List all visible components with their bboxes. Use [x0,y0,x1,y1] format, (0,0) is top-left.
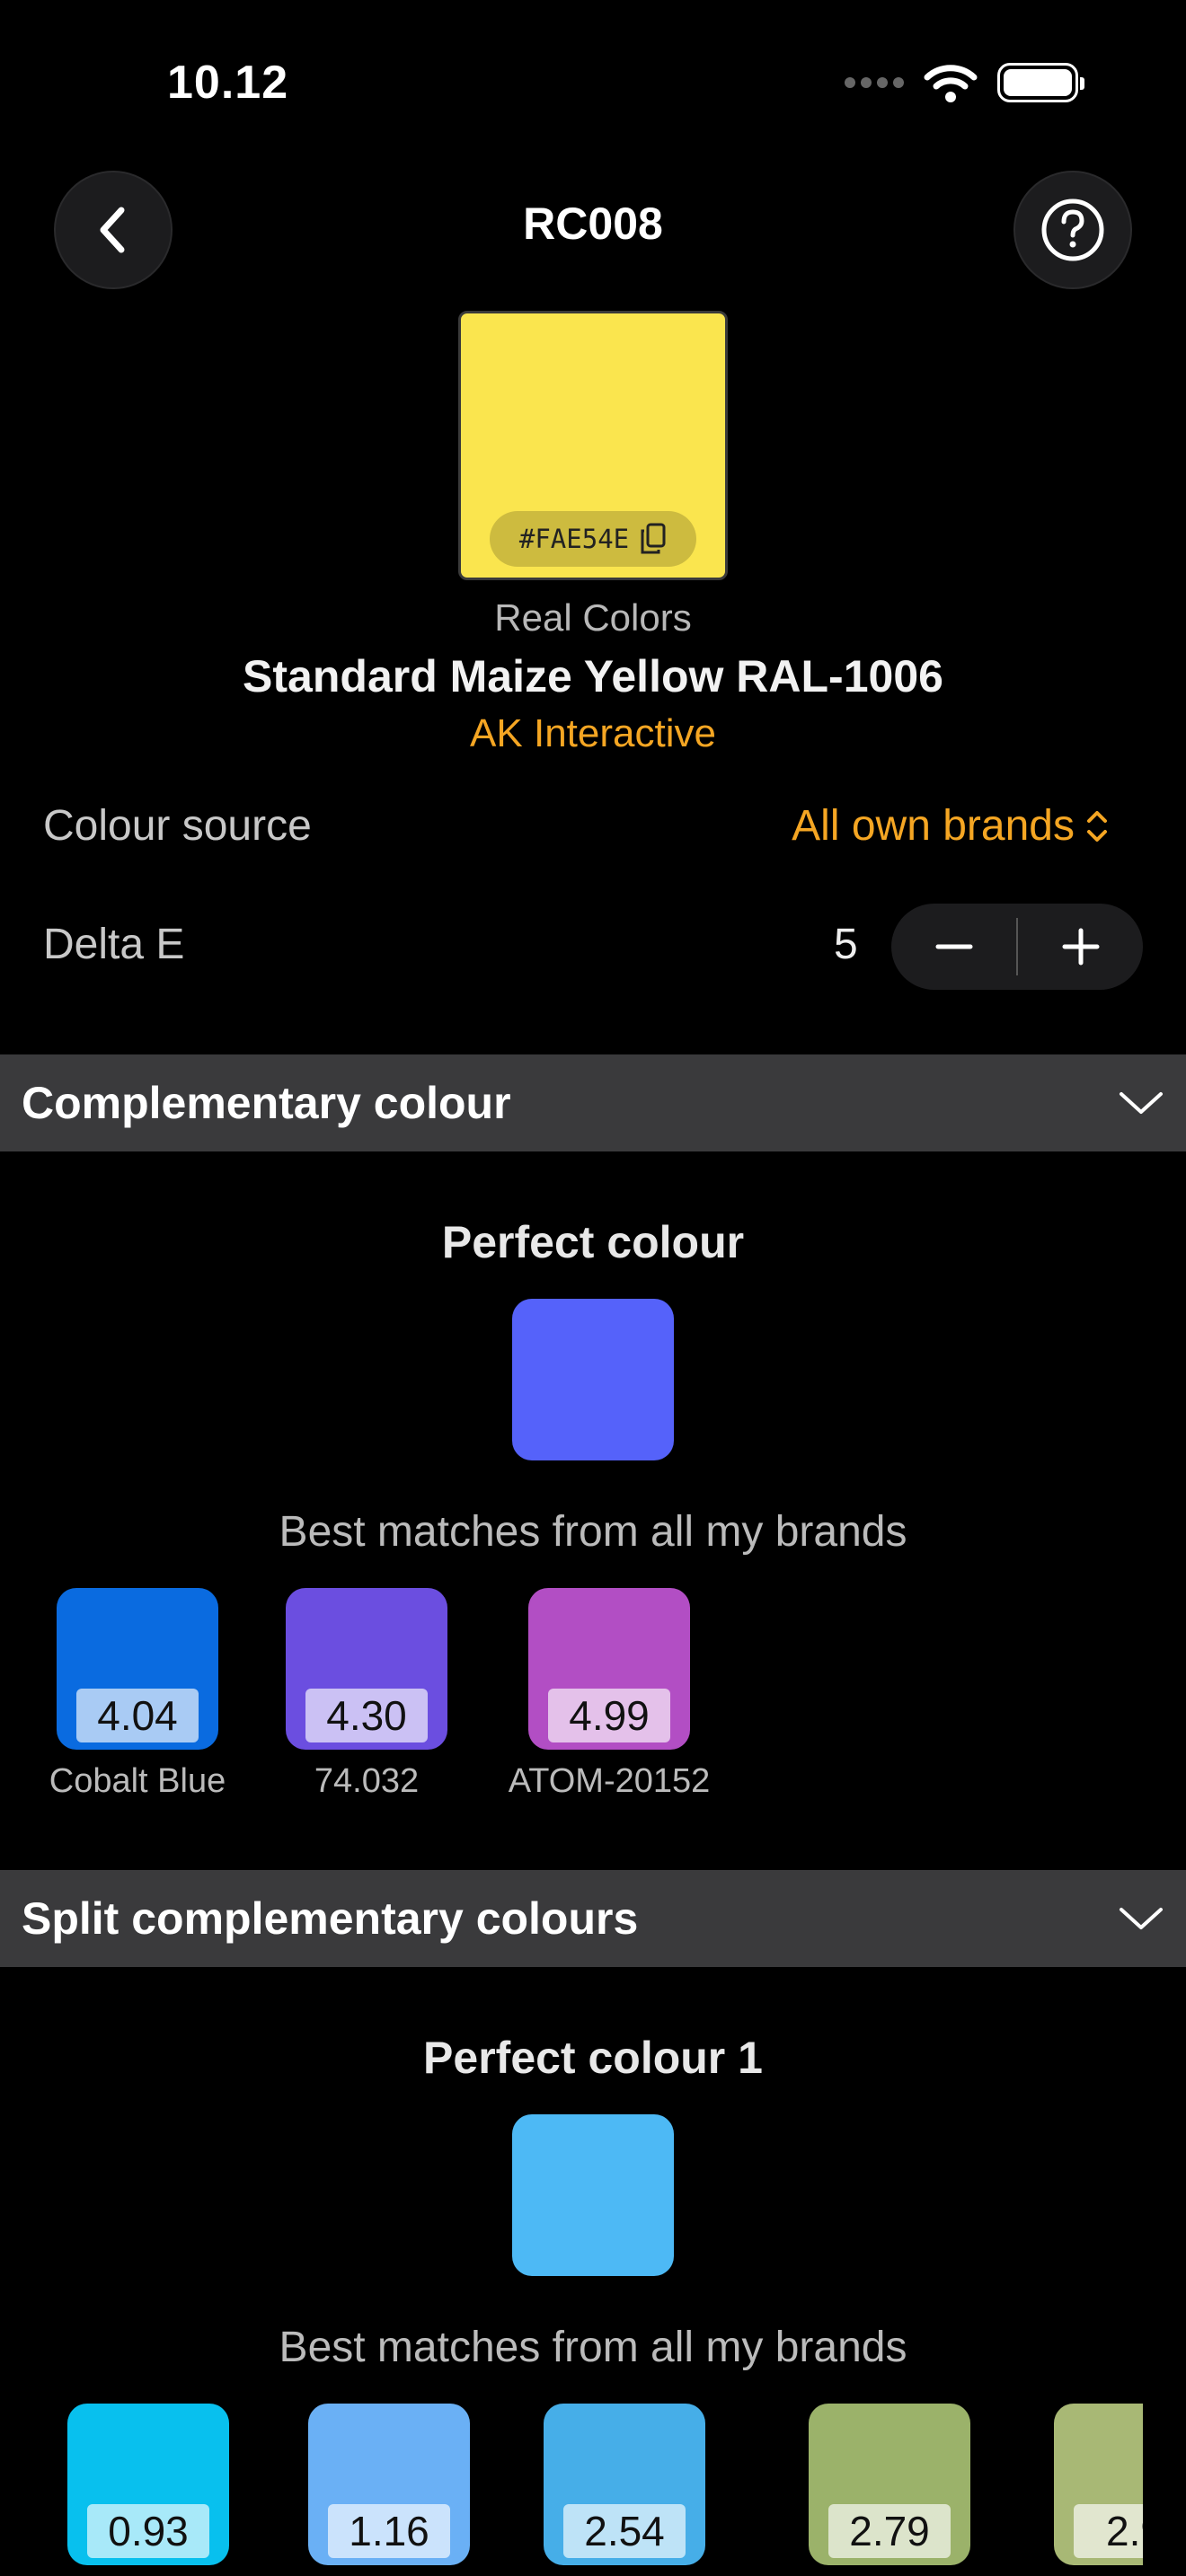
delta-e-label: Delta E [43,921,185,968]
match-delta-value: 2.9 [1074,2504,1143,2558]
plus-icon [1062,928,1099,966]
hex-code: #FAE54E [518,524,630,554]
question-circle-icon [1041,198,1104,261]
help-button[interactable] [1013,171,1132,289]
chevron-down-icon [1120,1092,1163,1114]
minus-icon [935,944,972,949]
match-delta-value: 4.30 [305,1689,428,1742]
match-swatch[interactable]: 0.93 [67,2404,229,2565]
color-name: Standard Maize Yellow RAL-1006 [243,651,943,701]
colour-source-select[interactable]: All own brands [792,801,1111,851]
page-title: RC008 [523,198,663,249]
color-maker-link[interactable]: AK Interactive [0,711,1186,756]
match-delta-value: 4.99 [548,1689,670,1742]
match-swatch[interactable]: 2.79 [809,2404,970,2565]
section-title: Split complementary colours [22,1893,639,1944]
match-label: ATOM-20152 [508,1762,711,1800]
color-swatch: #FAE54E [458,311,728,580]
colour-source-label: Colour source [43,802,312,850]
complementary-section-header[interactable]: Complementary colour [0,1054,1186,1151]
match-delta-value: 2.54 [563,2504,686,2558]
color-range: Real Colors [494,596,692,639]
cellular-signal-icon [845,77,904,88]
best-matches-title: Best matches from all my brands [279,1508,907,1556]
delta-e-value: 5 [834,921,858,968]
perfect-colour-1-title: Perfect colour 1 [423,2033,763,2083]
delta-e-stepper[interactable] [891,904,1143,990]
colour-source-value: All own brands [792,802,1075,850]
wifi-icon [924,65,978,102]
status-icons [845,63,1084,102]
status-time: 10.12 [167,57,289,109]
best-matches-title: Best matches from all my brands [279,2324,907,2371]
match-delta-value: 0.93 [87,2504,209,2558]
perfect-colour-swatch[interactable] [512,2114,674,2276]
match-swatch[interactable]: 2.9 [1054,2404,1143,2565]
split-complementary-section-header[interactable]: Split complementary colours [0,1870,1186,1967]
battery-icon [997,63,1084,102]
match-swatch[interactable]: 1.16 [308,2404,470,2565]
increment-button[interactable] [1018,904,1143,990]
match-label: 74.032 [314,1762,420,1800]
match-swatch-clip: 2.9 [1054,2404,1143,2576]
match-delta-value: 4.04 [76,1689,199,1742]
match-swatch[interactable]: 4.04 [57,1588,218,1750]
section-title: Complementary colour [22,1078,511,1128]
chevron-down-icon [1120,1908,1163,1929]
chevron-up-down-icon [1087,810,1107,842]
status-bar: 10.12 [0,0,1186,171]
match-delta-value: 1.16 [328,2504,450,2558]
copy-hex-button[interactable]: #FAE54E [490,511,696,567]
copy-icon [641,523,666,554]
decrement-button[interactable] [891,904,1016,990]
match-swatch[interactable]: 4.99 [528,1588,690,1750]
perfect-colour-swatch[interactable] [512,1299,674,1460]
perfect-colour-title: Perfect colour [441,1217,745,1267]
match-swatch[interactable]: 2.54 [544,2404,705,2565]
match-swatch[interactable]: 4.30 [286,1588,447,1750]
match-delta-value: 2.79 [828,2504,951,2558]
